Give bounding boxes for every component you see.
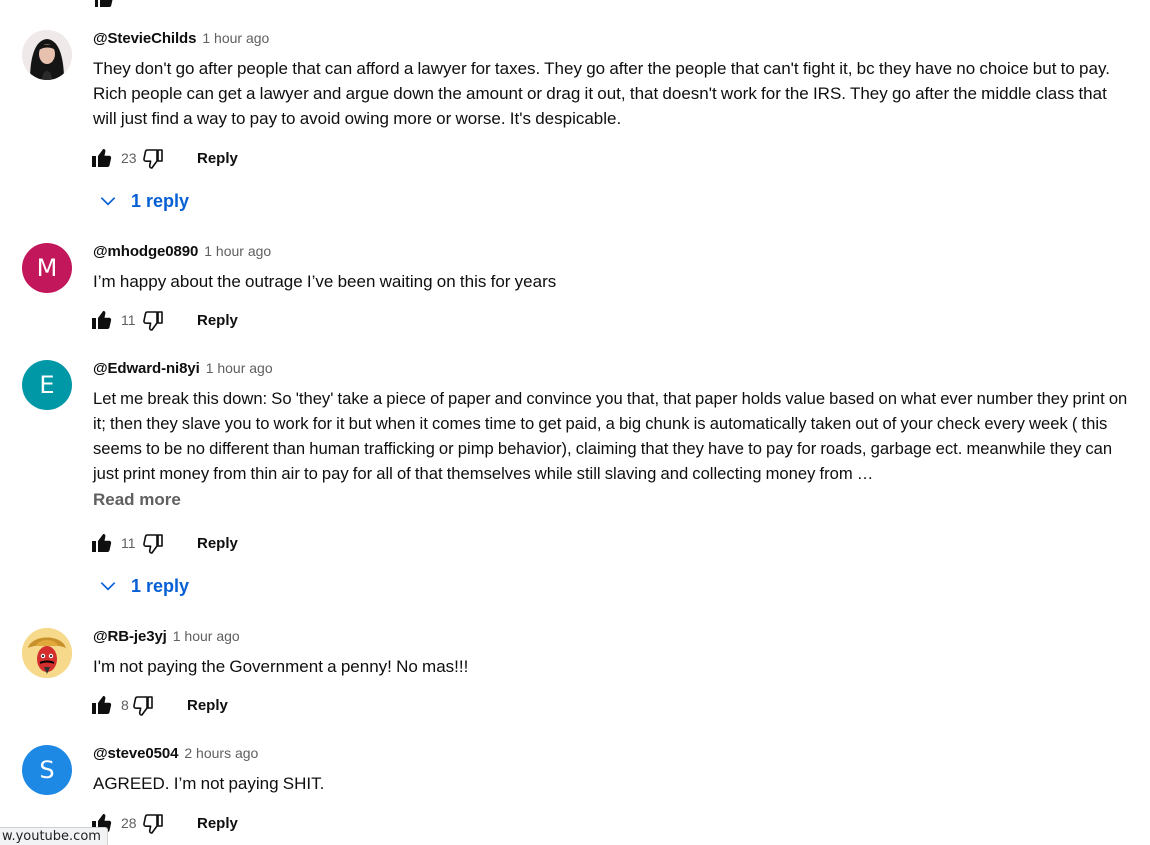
comment-timestamp[interactable]: 1 hour ago xyxy=(202,30,269,46)
like-icon[interactable] xyxy=(90,693,114,717)
status-bar-url: w.youtube.com xyxy=(0,827,108,845)
chevron-down-icon xyxy=(96,189,120,213)
replies-count-label: 1 reply xyxy=(131,190,190,211)
comment-actions: 23 Reply xyxy=(90,145,238,171)
comment-header: @mhodge0890 1 hour ago xyxy=(93,243,1133,263)
comment-timestamp[interactable]: 1 hour ago xyxy=(204,243,271,259)
comment-timestamp[interactable]: 1 hour ago xyxy=(173,628,240,644)
comment-text: I’m happy about the outrage I’ve been wa… xyxy=(93,272,557,291)
avatar[interactable] xyxy=(22,628,72,678)
previous-comment-actions xyxy=(92,0,116,10)
like-count: 8 xyxy=(121,697,129,713)
like-icon[interactable] xyxy=(92,0,116,10)
comment-actions: 28 Reply xyxy=(90,810,238,836)
comment-timestamp[interactable]: 1 hour ago xyxy=(206,360,273,376)
like-icon[interactable] xyxy=(90,308,114,332)
dislike-icon[interactable] xyxy=(141,811,165,835)
comment-text: I'm not paying the Government a penny! N… xyxy=(93,657,469,676)
comment-actions: 11 Reply xyxy=(90,530,238,556)
like-count: 11 xyxy=(121,312,136,328)
avatar-letter: E xyxy=(39,371,55,399)
reply-button[interactable]: Reply xyxy=(197,312,238,329)
author-handle[interactable]: @RB-je3yj xyxy=(93,628,167,645)
like-count: 11 xyxy=(121,535,136,551)
dislike-icon[interactable] xyxy=(141,308,165,332)
dislike-icon[interactable] xyxy=(141,146,165,170)
replies-count-label: 1 reply xyxy=(131,575,190,596)
avatar-letter: S xyxy=(39,756,55,784)
author-handle[interactable]: @steve0504 xyxy=(93,745,178,762)
comment-header: @steve0504 2 hours ago xyxy=(93,745,1133,765)
reply-button[interactable]: Reply xyxy=(197,535,238,552)
reply-button[interactable]: Reply xyxy=(197,815,238,832)
dislike-icon[interactable] xyxy=(141,531,165,555)
comment-text: AGREED. I’m not paying SHIT. xyxy=(93,774,325,793)
author-handle[interactable]: @StevieChilds xyxy=(93,30,196,47)
comment-header: @RB-je3yj 1 hour ago xyxy=(93,628,1133,648)
comments-page: @StevieChilds 1 hour ago They don't go a… xyxy=(0,0,1150,845)
like-count: 28 xyxy=(121,815,137,831)
like-icon[interactable] xyxy=(90,531,114,555)
comment-actions: 8 Reply xyxy=(90,692,228,718)
comment-header: @StevieChilds 1 hour ago xyxy=(93,30,1133,50)
comment-timestamp[interactable]: 2 hours ago xyxy=(184,745,258,761)
comment-text: Let me break this down: So 'they' take a… xyxy=(93,389,1128,483)
dislike-icon[interactable] xyxy=(131,693,155,717)
avatar-letter: M xyxy=(36,254,58,282)
reply-button[interactable]: Reply xyxy=(197,150,238,167)
avatar[interactable]: M xyxy=(22,243,72,293)
view-replies-button[interactable]: 1 reply xyxy=(93,189,189,213)
chevron-down-icon xyxy=(96,574,120,598)
comment-header: @Edward-ni8yi 1 hour ago xyxy=(93,360,1133,380)
read-more-link[interactable]: Read more xyxy=(93,489,181,511)
avatar[interactable]: E xyxy=(22,360,72,410)
avatar[interactable] xyxy=(22,30,72,80)
comment-actions: 11 Reply xyxy=(90,307,238,333)
author-handle[interactable]: @mhodge0890 xyxy=(93,243,198,260)
avatar[interactable]: S xyxy=(22,745,72,795)
reply-button[interactable]: Reply xyxy=(187,697,228,714)
like-count: 23 xyxy=(121,150,137,166)
comment-text: They don't go after people that can affo… xyxy=(93,59,1110,128)
author-handle[interactable]: @Edward-ni8yi xyxy=(93,360,200,377)
view-replies-button[interactable]: 1 reply xyxy=(93,574,189,598)
like-icon[interactable] xyxy=(90,146,114,170)
